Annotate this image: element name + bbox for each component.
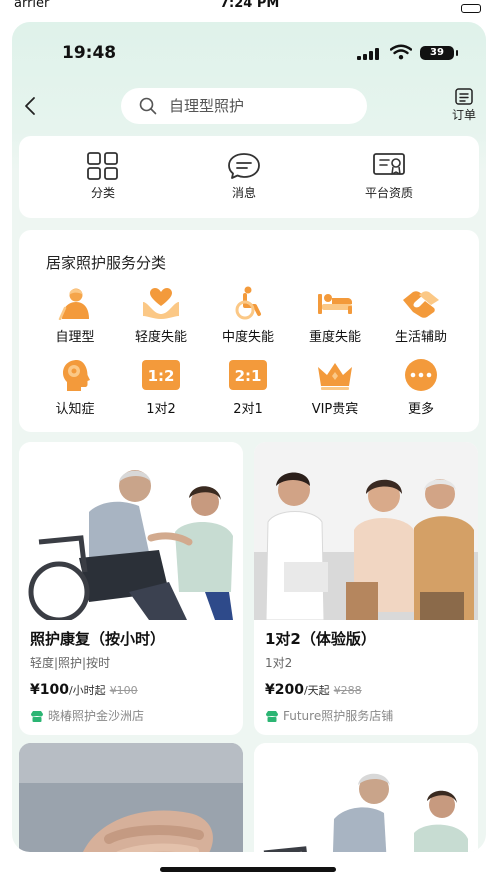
message-icon [228,153,260,179]
phone-screen: 19:48 39 订单 [12,22,486,852]
category-item-mild[interactable]: 轻度失能 [117,286,205,345]
product-card[interactable] [19,743,243,852]
product-store-row: 晓椿照护金沙洲店 [30,707,144,724]
product-store-name: 晓椿照护金沙洲店 [48,709,145,723]
product-price: ¥200 [265,682,304,698]
product-old-price: ¥288 [333,684,362,697]
category-label: 1对2 [146,402,176,417]
product-price-row: ¥200/天起 ¥288 [265,682,362,698]
store-icon [31,711,43,722]
ratio-glyph: 1:2 [148,367,175,385]
category-item-daily-assist[interactable]: 生活辅助 [377,286,465,345]
back-button[interactable] [20,94,40,118]
product-image [19,442,243,620]
category-label: 中度失能 [221,330,274,345]
quick-item-category[interactable]: 分类 [53,152,153,201]
category-label: 认知症 [55,402,95,417]
product-old-price: ¥100 [109,684,138,697]
category-label: VIP贵宾 [311,402,359,417]
category-item-moderate[interactable]: 中度失能 [204,286,292,345]
ratio-2-1-icon: 2:1 [229,360,267,390]
product-tags: 轻度|照护|按时 [30,656,111,670]
product-card[interactable]: 照护康复（按小时） 轻度|照护|按时 ¥100/小时起 ¥100 晓椿照护金沙洲店 [19,442,243,735]
wifi-icon [390,44,412,60]
product-image [19,743,243,852]
outer-time: 7:24 PM [220,0,280,11]
category-item-severe[interactable]: 重度失能 [291,286,379,345]
product-title: 照护康复（按小时） [30,630,166,648]
crown-icon [318,363,352,390]
quick-item-label: 分类 [90,186,115,200]
category-card: 居家照护服务分类 自理型 轻度失能 中度失能 重度失能 生活辅助 认知症 1:2… [19,230,479,432]
category-label: 更多 [407,402,434,417]
category-item-dementia[interactable]: 认知症 [31,358,119,417]
certificate-icon [373,153,405,175]
quick-menu-card: 分类 消息 平台资质 [19,136,479,218]
product-card[interactable] [254,743,478,852]
ratio-1-2-icon: 1:2 [142,360,180,390]
product-store-name: Future照护服务店铺 [283,709,394,723]
wheelchair-icon [235,286,261,320]
handshake-icon [403,291,439,318]
home-indicator[interactable] [160,867,336,872]
product-store-row: Future照护服务店铺 [265,707,393,724]
category-title: 居家照护服务分类 [46,254,167,272]
product-card[interactable]: 1对2（体验版） 1对2 ¥200/天起 ¥288 Future照护服务店铺 [254,442,478,735]
search-input[interactable] [169,94,349,118]
order-list-icon [455,88,473,105]
product-price-row: ¥100/小时起 ¥100 [30,682,138,698]
elderly-icon [58,288,89,320]
quick-item-message[interactable]: 消息 [194,152,294,201]
status-time: 19:48 [62,43,117,63]
battery-icon: 39 [420,46,458,60]
product-title: 1对2（体验版） [265,630,376,648]
grid-icon [87,152,118,180]
outer-battery-icon [461,4,481,13]
product-image [254,442,478,620]
category-item-more[interactable]: 更多 [377,358,465,417]
category-item-self-care[interactable]: 自理型 [31,286,119,345]
product-price: ¥100 [30,682,69,698]
product-price-unit: /天起 [303,684,330,697]
quick-item-label: 消息 [231,186,256,200]
category-label: 轻度失能 [134,330,187,345]
search-bar[interactable] [121,88,367,124]
category-item-vip[interactable]: VIP贵宾 [291,358,379,417]
search-icon [139,97,157,115]
category-label: 自理型 [55,330,95,345]
head-icon [63,360,90,391]
outer-status-bar: arrier 7:24 PM [0,0,497,22]
bed-icon [318,294,352,314]
ratio-glyph: 2:1 [235,367,262,385]
more-icon [405,359,437,391]
quick-item-label: 平台资质 [364,186,413,200]
status-bar: 19:48 39 [12,22,486,82]
product-tags: 1对2 [265,656,293,670]
carrier-label: arrier [14,0,50,11]
category-label: 2对1 [233,402,263,417]
product-price-unit: /小时起 [68,684,106,697]
signal-icon [357,48,381,60]
order-label: 订单 [451,108,476,122]
order-button[interactable]: 订单 [444,88,484,128]
category-label: 重度失能 [308,330,361,345]
category-item-one-to-two[interactable]: 1:2 1对2 [117,358,205,417]
quick-item-certificate[interactable]: 平台资质 [339,152,439,201]
category-label: 生活辅助 [394,330,447,345]
heart-hand-icon [143,288,179,319]
store-icon [266,711,278,722]
category-item-two-to-one[interactable]: 2:1 2对1 [204,358,292,417]
product-image [254,743,478,852]
